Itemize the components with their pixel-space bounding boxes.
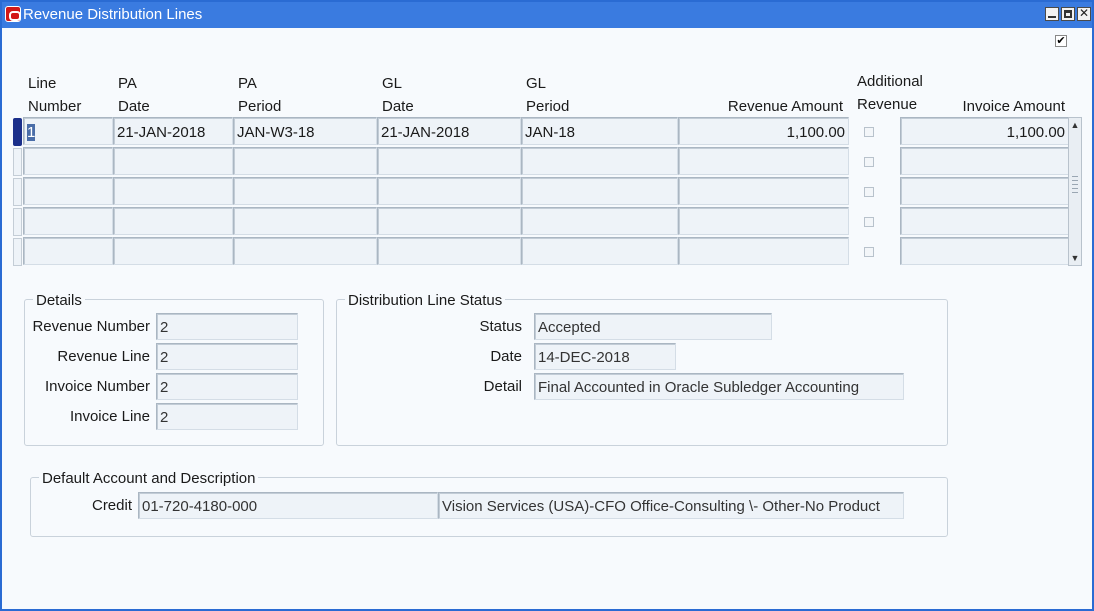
record-indicator[interactable] [13,238,22,266]
header-gl-period-l1: GL [526,75,547,92]
record-indicator[interactable] [13,178,22,206]
cell-invoice-amount[interactable] [900,147,1069,175]
detail-label: Detail [483,378,522,395]
invoice-number-field[interactable]: 2 [156,373,298,400]
line-number-value: 1 [27,124,36,141]
header-gl-period-l2: Period [526,98,570,115]
scroll-thumb[interactable] [1071,170,1079,204]
header-pa-period-l1: PA [238,75,257,92]
cell-gl-date[interactable] [377,237,521,265]
header-pa-date-l1: PA [118,75,137,92]
cell-invoice-amount[interactable] [900,207,1069,235]
additional-revenue-checkbox[interactable] [864,187,874,197]
cell-line-number[interactable] [23,177,113,205]
cell-gl-period[interactable] [521,237,678,265]
folder-checkbox[interactable]: ✔ [1055,35,1067,47]
header-pa-date-l2: Date [118,98,150,115]
header-line-number-l1: Line [28,75,57,92]
additional-revenue-checkbox[interactable] [864,157,874,167]
cell-pa-date[interactable]: 21-JAN-2018 [113,117,233,145]
cell-line-number[interactable] [23,237,113,265]
close-icon[interactable]: ✕ [1077,7,1091,21]
header-gl-date: GL Date [382,72,414,118]
revenue-distribution-lines-window: Revenue Distribution Lines ✕ ✔ Line Numb… [0,0,1094,611]
current-record-indicator[interactable] [13,118,22,146]
header-gl-period: GL Period [526,72,569,118]
header-invoice-amount: Invoice Amount [962,98,1065,115]
cell-line-number[interactable]: 1 [23,117,113,145]
scroll-down-icon[interactable]: ▼ [1070,253,1080,263]
revenue-line-label: Revenue Line [57,348,150,365]
cell-pa-date[interactable] [113,177,233,205]
record-indicator[interactable] [13,208,22,236]
status-field[interactable]: Accepted [534,313,772,340]
cell-gl-date[interactable] [377,147,521,175]
header-gl-date-l2: Date [382,98,414,115]
distribution-line-status-title: Distribution Line Status [345,292,506,310]
title-bar[interactable]: Revenue Distribution Lines ✕ [2,2,1092,28]
revenue-line-field[interactable]: 2 [156,343,298,370]
header-gl-date-l1: GL [382,75,403,92]
header-revenue-amount: Revenue Amount [727,98,843,115]
invoice-line-label: Invoice Line [69,408,150,425]
date-field[interactable]: 14-DEC-2018 [534,343,676,370]
cell-line-number[interactable] [23,147,113,175]
cell-gl-period[interactable] [521,177,678,205]
header-pa-date: PA Date [118,72,150,118]
additional-revenue-checkbox[interactable] [864,247,874,257]
header-additional-revenue-l1: Additional [857,73,923,90]
invoice-number-label: Invoice Number [44,378,150,395]
header-line-number-l2: Number [28,98,82,115]
cell-pa-period[interactable] [233,177,377,205]
cell-invoice-amount[interactable]: 1,100.00 [900,117,1069,145]
grid-vertical-scrollbar[interactable]: ▲ ▼ [1068,117,1082,266]
minimize-icon[interactable] [1045,7,1059,21]
cell-pa-period[interactable] [233,237,377,265]
revenue-number-label: Revenue Number [32,318,150,335]
maximize-icon[interactable] [1061,7,1075,21]
additional-revenue-checkbox[interactable] [864,127,874,137]
details-title: Details [33,292,85,310]
scroll-up-icon[interactable]: ▲ [1070,120,1080,130]
header-line-number: Line Number [28,72,81,118]
cell-pa-period[interactable] [233,147,377,175]
cell-revenue-amount[interactable] [678,177,849,205]
cell-pa-date[interactable] [113,147,233,175]
window-title: Revenue Distribution Lines [23,6,203,23]
cell-pa-period[interactable]: JAN-W3-18 [233,117,377,145]
cell-pa-date[interactable] [113,207,233,235]
cell-line-number[interactable] [23,207,113,235]
cell-gl-period[interactable] [521,207,678,235]
header-pa-period: PA Period [238,72,281,118]
cell-gl-date[interactable] [377,207,521,235]
oracle-app-icon [5,6,21,22]
cell-revenue-amount[interactable]: 1,100.00 [678,117,849,145]
cell-gl-period[interactable]: JAN-18 [521,117,678,145]
credit-account-field[interactable]: 01-720-4180-000 [138,492,438,519]
cell-revenue-amount[interactable] [678,207,849,235]
record-indicator[interactable] [13,148,22,176]
status-label: Status [479,318,522,335]
cell-invoice-amount[interactable] [900,177,1069,205]
credit-label: Credit [91,497,132,514]
additional-revenue-checkbox[interactable] [864,217,874,227]
cell-gl-date[interactable] [377,177,521,205]
cell-gl-period[interactable] [521,147,678,175]
header-pa-period-l2: Period [238,98,282,115]
cell-revenue-amount[interactable] [678,147,849,175]
cell-pa-date[interactable] [113,237,233,265]
invoice-line-field[interactable]: 2 [156,403,298,430]
date-label: Date [490,348,522,365]
credit-description-field[interactable]: Vision Services (USA)-CFO Office-Consult… [438,492,904,519]
revenue-number-field[interactable]: 2 [156,313,298,340]
cell-invoice-amount[interactable] [900,237,1069,265]
detail-field[interactable]: Final Accounted in Oracle Subledger Acco… [534,373,904,400]
default-account-title: Default Account and Description [39,470,259,488]
cell-pa-period[interactable] [233,207,377,235]
cell-revenue-amount[interactable] [678,237,849,265]
cell-gl-date[interactable]: 21-JAN-2018 [377,117,521,145]
